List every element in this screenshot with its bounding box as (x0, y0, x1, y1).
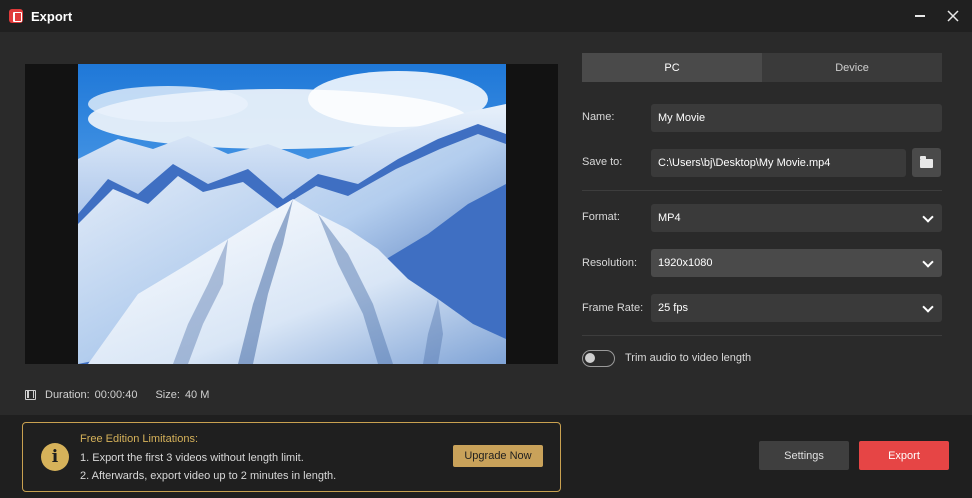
duration-label: Duration: (45, 389, 90, 401)
notice-title: Free Edition Limitations: (80, 433, 198, 445)
resolution-select[interactable]: 1920x1080 (651, 249, 942, 277)
resolution-value: 1920x1080 (658, 257, 713, 269)
minimize-icon[interactable] (910, 6, 930, 26)
notice-line: 2. Afterwards, export video up to 2 minu… (80, 470, 337, 482)
notice-line: 1. Export the first 3 videos without len… (80, 452, 304, 464)
settings-button[interactable]: Settings (759, 441, 849, 470)
format-value: MP4 (658, 212, 681, 224)
film-icon (25, 390, 36, 400)
title-bar: Export (0, 0, 972, 32)
close-icon[interactable] (943, 6, 963, 26)
name-input[interactable]: My Movie (651, 104, 942, 132)
save-to-label: Save to: (582, 156, 623, 168)
upgrade-now-button[interactable]: Upgrade Now (453, 445, 543, 467)
size-label: Size: (155, 389, 180, 401)
window-title: Export (31, 8, 73, 24)
browse-folder-button[interactable] (912, 148, 941, 177)
video-meta: Duration: 00:00:40 Size: 40 M (25, 388, 209, 402)
divider (582, 190, 942, 191)
size-value: 40 M (184, 389, 210, 401)
target-tabs: PC Device (582, 53, 942, 82)
preview-image (78, 64, 506, 364)
frame-rate-label: Frame Rate: (582, 302, 644, 314)
bottom-bar: i Free Edition Limitations: 1. Export th… (0, 415, 972, 498)
frame-rate-value: 25 fps (658, 302, 688, 314)
tab-pc[interactable]: PC (582, 53, 762, 82)
trim-audio-toggle[interactable] (582, 350, 615, 367)
name-label: Name: (582, 111, 615, 123)
divider (582, 335, 942, 336)
chevron-down-icon (922, 256, 934, 268)
free-edition-notice: i Free Edition Limitations: 1. Export th… (22, 422, 561, 492)
resolution-label: Resolution: (582, 257, 638, 269)
video-preview (25, 64, 558, 364)
chevron-down-icon (922, 301, 934, 313)
tab-device[interactable]: Device (762, 53, 942, 82)
info-icon: i (41, 443, 69, 471)
duration-value: 00:00:40 (94, 389, 138, 401)
format-select[interactable]: MP4 (651, 204, 942, 232)
save-path-field[interactable]: C:\Users\bj\Desktop\My Movie.mp4 (651, 149, 906, 177)
folder-icon (920, 156, 933, 168)
frame-rate-select[interactable]: 25 fps (651, 294, 942, 322)
format-label: Format: (582, 211, 620, 223)
main-panel: Duration: 00:00:40 Size: 40 M PC Device … (0, 32, 972, 415)
export-button[interactable]: Export (859, 441, 949, 470)
app-logo-icon (9, 9, 23, 23)
trim-audio-label: Trim audio to video length (625, 352, 752, 364)
chevron-down-icon (922, 211, 934, 223)
